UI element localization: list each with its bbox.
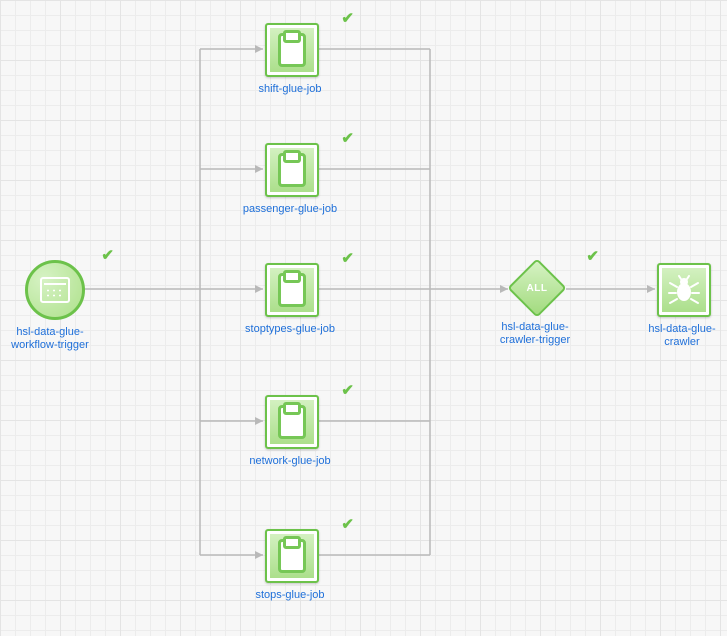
node-label: hsl-data-glue-crawler — [637, 323, 727, 349]
job-icon — [265, 263, 319, 317]
node-label: stoptypes-glue-job — [240, 323, 340, 336]
crawler-icon — [657, 263, 711, 317]
node-label: shift-glue-job — [240, 83, 340, 96]
node-job-shift[interactable]: ✔ shift-glue-job — [265, 23, 340, 96]
node-job-passenger[interactable]: ✔ passenger-glue-job — [265, 143, 340, 216]
job-icon — [265, 143, 319, 197]
node-job-stoptypes[interactable]: ✔ stoptypes-glue-job — [265, 263, 340, 336]
node-label: passenger-glue-job — [240, 203, 340, 216]
node-label: hsl-data-glue-workflow-trigger — [0, 326, 100, 352]
status-check-icon: ✔ — [586, 247, 599, 265]
node-label: network-glue-job — [240, 455, 340, 468]
job-icon — [265, 395, 319, 449]
status-check-icon: ✔ — [341, 129, 354, 147]
node-workflow-trigger[interactable]: ✔ hsl-data-glue-workflow-trigger — [25, 260, 100, 352]
status-check-icon: ✔ — [341, 249, 354, 267]
node-label: stops-glue-job — [240, 589, 340, 602]
job-icon — [265, 23, 319, 77]
node-job-network[interactable]: ✔ network-glue-job — [265, 395, 340, 468]
job-icon — [265, 529, 319, 583]
status-check-icon: ✔ — [341, 515, 354, 533]
status-check-icon: ✔ — [341, 381, 354, 399]
conditional-trigger-icon: ALL — [507, 258, 566, 317]
status-check-icon: ✔ — [341, 9, 354, 27]
node-crawler[interactable]: ✔ hsl-data-glue-crawler — [657, 263, 727, 349]
node-label: hsl-data-glue-crawler-trigger — [485, 321, 585, 347]
node-job-stops[interactable]: ✔ stops-glue-job — [265, 529, 340, 602]
node-crawler-trigger[interactable]: ALL ✔ hsl-data-glue-crawler-trigger — [510, 261, 585, 347]
status-check-icon: ✔ — [101, 246, 114, 264]
workflow-canvas[interactable]: ✔ hsl-data-glue-workflow-trigger ✔ shift… — [0, 0, 727, 636]
connector-layer — [0, 0, 727, 636]
schedule-trigger-icon — [25, 260, 85, 320]
diamond-text: ALL — [527, 282, 548, 293]
